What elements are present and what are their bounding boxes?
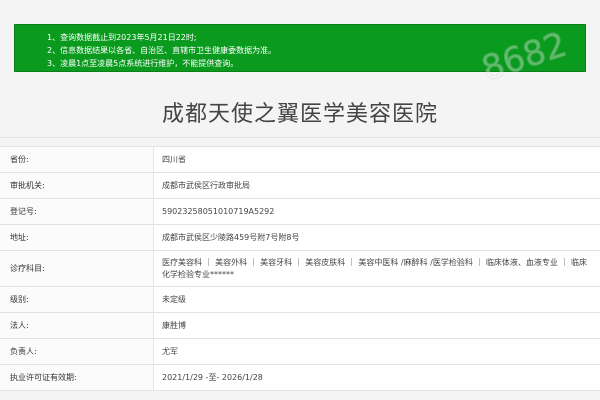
row-label: 登记号: bbox=[0, 199, 154, 224]
table-row-license-validity: 执业许可证有效期: 2021/1/29 -至- 2026/1/28 bbox=[0, 365, 600, 391]
row-value: 成都市武侯区少陵路459号附7号附8号 bbox=[162, 232, 300, 242]
row-label: 执业许可证有效期: bbox=[0, 365, 154, 390]
table-row-departments: 诊疗科目: 医疗美容科 ｜ 美容外科 ｜ 美容牙科 ｜ 美容皮肤科 ｜ 美容中医… bbox=[0, 251, 600, 287]
row-value: 尤军 bbox=[162, 346, 178, 356]
table-row-level: 级别: 未定级 bbox=[0, 287, 600, 313]
row-label: 地址: bbox=[0, 225, 154, 250]
row-label: 审批机关: bbox=[0, 173, 154, 198]
row-label: 省份: bbox=[0, 147, 154, 172]
divider bbox=[0, 137, 600, 138]
row-label: 法人: bbox=[0, 313, 154, 338]
row-value: 康胜博 bbox=[162, 320, 186, 330]
row-value: 2021/1/29 -至- 2026/1/28 bbox=[162, 372, 263, 382]
row-value: 成都市武侯区行政审批局 bbox=[162, 180, 250, 190]
table-row-address: 地址: 成都市武侯区少陵路459号附7号附8号 bbox=[0, 225, 600, 251]
row-value: 医疗美容科 ｜ 美容外科 ｜ 美容牙科 ｜ 美容皮肤科 ｜ 美容中医科 /麻醉科… bbox=[162, 257, 587, 279]
table-row-legal-person: 法人: 康胜博 bbox=[0, 313, 600, 339]
table-row-authority: 审批机关: 成都市武侯区行政审批局 bbox=[0, 173, 600, 199]
row-label: 负责人: bbox=[0, 339, 154, 364]
watermark-logo: 8682 bbox=[476, 24, 572, 88]
table-row-registration: 登记号: 59023258051010719A5292 bbox=[0, 199, 600, 225]
watermark-text: 8682 bbox=[477, 25, 572, 88]
table-row-province: 省份: 四川省 bbox=[0, 147, 600, 173]
row-label: 诊疗科目: bbox=[0, 251, 154, 286]
info-table: 省份: 四川省 审批机关: 成都市武侯区行政审批局 登记号: 590232580… bbox=[0, 146, 600, 391]
table-row-person-in-charge: 负责人: 尤军 bbox=[0, 339, 600, 365]
row-value: 59023258051010719A5292 bbox=[162, 206, 275, 216]
row-value: 四川省 bbox=[162, 154, 186, 164]
row-label: 级别: bbox=[0, 287, 154, 312]
row-value: 未定级 bbox=[162, 294, 186, 304]
page-title: 成都天使之翼医学美容医院 bbox=[161, 102, 438, 127]
